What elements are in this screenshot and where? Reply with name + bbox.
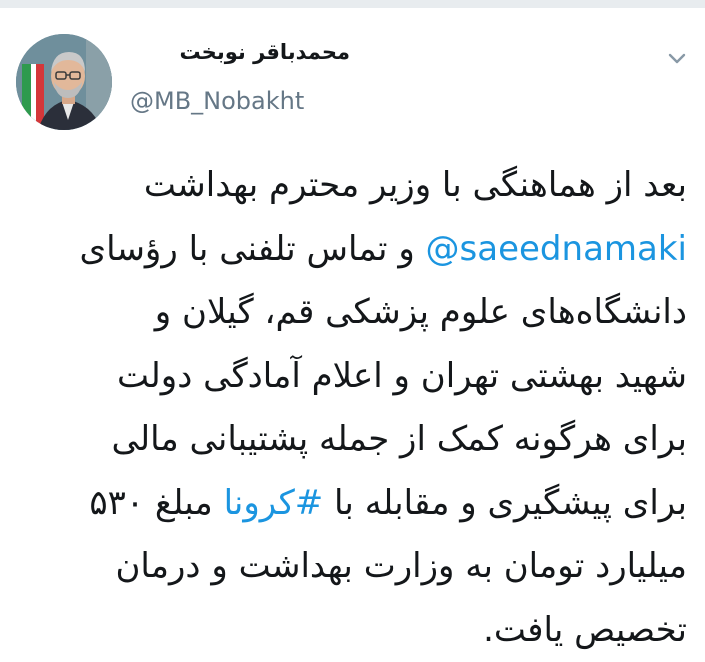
top-divider [0,0,705,8]
profile-photo [16,34,112,130]
mention-link[interactable]: @saeednamaki [426,229,687,269]
tweet-text-fragment: مبلغ ۵۳۰ [89,483,223,523]
hashtag-link[interactable]: #کرونا [224,483,324,523]
tweet-line: شهید بهشتی تهران و اعلام آمادگی دولت [19,345,687,409]
avatar[interactable] [16,34,112,130]
tweet-text-fragment: برای پیشگیری و مقابله با [323,483,687,523]
tweet-line: بعد از هماهنگی با وزیر محترم بهداشت [19,154,687,218]
tweet-card[interactable]: محمدباقر نوبخت @MB_Nobakht بعد از هماهنگ… [0,8,705,660]
tweet-line: تخصیص یافت. [19,599,687,662]
author-block[interactable]: محمدباقر نوبخت @MB_Nobakht [130,38,350,116]
author-display-name[interactable]: محمدباقر نوبخت [130,38,350,66]
tweet-line: @saeednamaki و تماس تلفنی با رؤسای [19,218,687,282]
author-handle[interactable]: @MB_Nobakht [130,86,350,116]
tweet-text-fragment: و تماس تلفنی با رؤسای [79,229,425,269]
tweet-line: برای هرگونه کمک از جمله پشتیبانی مالی [19,408,687,472]
chevron-down-icon[interactable] [665,46,689,70]
tweet-line: برای پیشگیری و مقابله با #کرونا مبلغ ۵۳۰ [19,472,687,536]
tweet-text: بعد از هماهنگی با وزیر محترم بهداشت @sae… [19,154,687,662]
tweet-line: دانشگاه‌های علوم پزشکی قم، گیلان و [19,281,687,345]
tweet-line: میلیارد تومان به وزارت بهداشت و درمان [19,535,687,599]
